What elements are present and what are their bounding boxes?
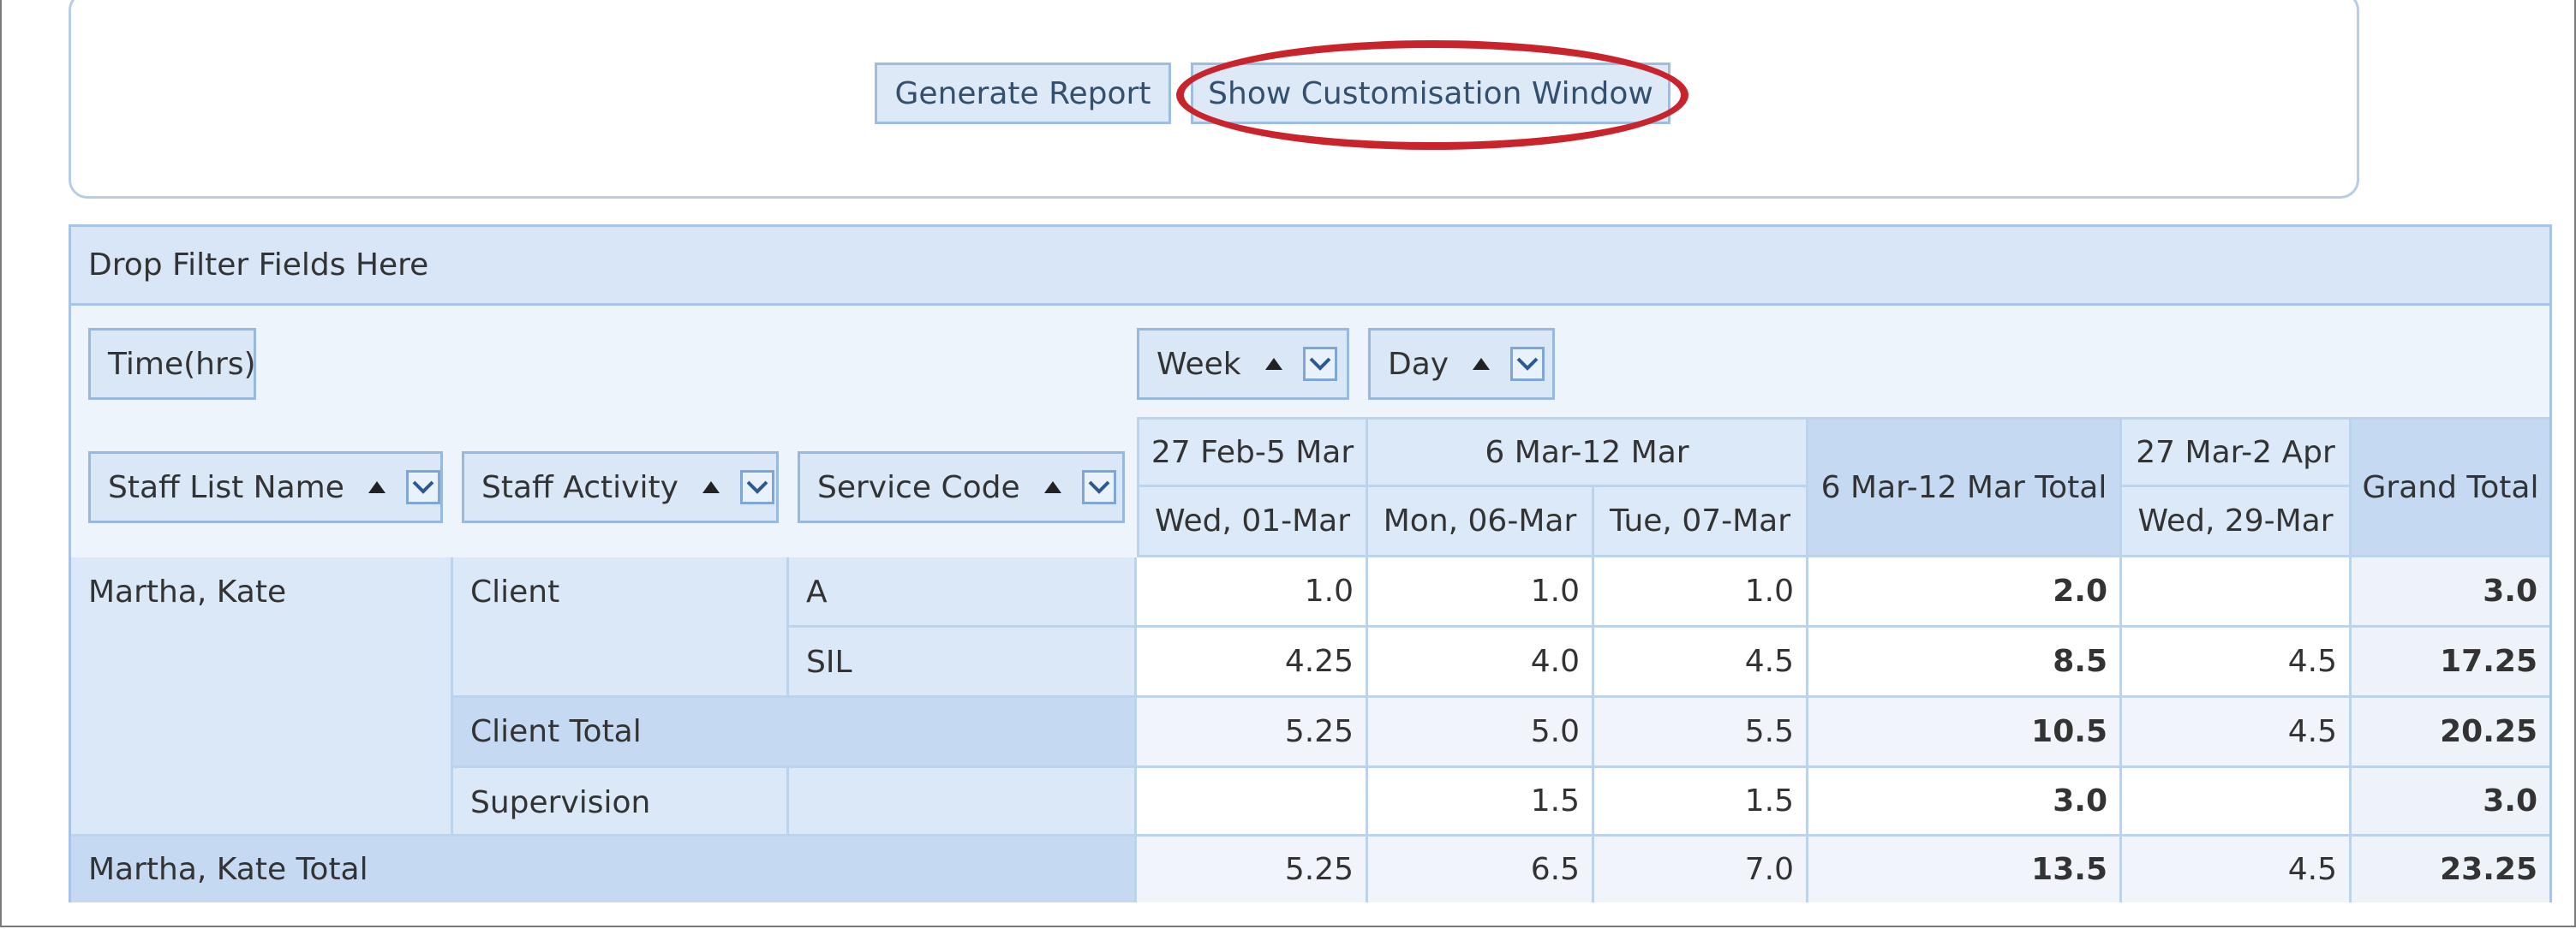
field-label: Staff List Name xyxy=(108,469,344,505)
grand-total-cell: 17.25 xyxy=(2352,628,2549,698)
data-field-time[interactable]: Time(hrs) xyxy=(88,328,256,400)
row-header-activity[interactable]: Client xyxy=(453,557,789,698)
data-cell: 1.5 xyxy=(1594,768,1808,837)
row-header-service-code[interactable]: SIL xyxy=(789,628,1137,698)
data-cell: 1.0 xyxy=(1594,557,1808,628)
column-header-week[interactable]: 6 Mar-12 Mar xyxy=(1368,417,1808,487)
row-field-service-code[interactable]: Service Code xyxy=(798,451,1125,523)
data-cell xyxy=(2122,557,2352,628)
sort-ascending-icon[interactable] xyxy=(368,481,386,493)
total-cell: 13.5 xyxy=(1808,837,2122,902)
data-cell: 4.25 xyxy=(1137,628,1368,698)
column-header-week-total: 6 Mar-12 Mar Total xyxy=(1808,417,2122,557)
subtotal-cell: 6.5 xyxy=(1368,837,1594,902)
column-field-day[interactable]: Day xyxy=(1368,328,1555,400)
subtotal-cell: 5.0 xyxy=(1368,698,1594,768)
sort-ascending-icon[interactable] xyxy=(1264,358,1282,370)
sort-ascending-icon[interactable] xyxy=(1473,358,1491,370)
data-field-label: Time(hrs) xyxy=(108,346,256,382)
subtotal-cell: 5.25 xyxy=(1137,698,1368,768)
sort-ascending-icon[interactable] xyxy=(1043,481,1061,493)
grand-total-cell: 23.25 xyxy=(2352,837,2549,902)
report-options-panel: Generate Report Show Customisation Windo… xyxy=(69,0,2359,199)
total-cell: 2.0 xyxy=(1808,557,2122,628)
field-label: Staff Activity xyxy=(481,469,678,505)
column-header-day[interactable]: Wed, 01-Mar xyxy=(1137,487,1368,557)
column-header-week[interactable]: 27 Mar-2 Apr xyxy=(2122,417,2352,487)
filter-dropdown-icon[interactable] xyxy=(1510,347,1545,381)
subtotal-cell: 4.5 xyxy=(2122,837,2352,902)
grand-total-cell: 3.0 xyxy=(2352,768,2549,837)
row-header-client-total: Client Total xyxy=(453,698,1137,768)
field-label: Week xyxy=(1157,346,1241,382)
data-cell: 1.0 xyxy=(1137,557,1368,628)
data-cell xyxy=(1137,768,1368,837)
data-cell: 4.0 xyxy=(1368,628,1594,698)
data-cell: 1.0 xyxy=(1368,557,1594,628)
filter-dropdown-icon[interactable] xyxy=(1302,347,1337,381)
total-cell: 3.0 xyxy=(1808,768,2122,837)
grand-total-cell: 20.25 xyxy=(2352,698,2549,768)
field-label: Day xyxy=(1388,346,1449,382)
row-header-staff-total: Martha, Kate Total xyxy=(71,837,1137,902)
data-cell: 4.5 xyxy=(1594,628,1808,698)
row-header-service-code-empty xyxy=(789,768,1137,837)
subtotal-cell: 5.25 xyxy=(1137,837,1368,902)
highlight-ellipse xyxy=(1176,40,1688,150)
row-header-activity[interactable]: Supervision xyxy=(453,768,789,837)
column-header-day[interactable]: Tue, 07-Mar xyxy=(1594,487,1808,557)
filter-dropdown-icon[interactable] xyxy=(1081,470,1116,504)
row-header-service-code[interactable]: A xyxy=(789,557,1137,628)
pivot-grid: Drop Filter Fields Here Time(hrs) Week D… xyxy=(69,224,2552,902)
data-cell: 1.5 xyxy=(1368,768,1594,837)
total-cell: 8.5 xyxy=(1808,628,2122,698)
column-header-grand-total: Grand Total xyxy=(2352,417,2549,557)
row-field-staff-activity[interactable]: Staff Activity xyxy=(462,451,779,523)
subtotal-cell: 5.5 xyxy=(1594,698,1808,768)
column-field-week[interactable]: Week xyxy=(1137,328,1349,400)
column-header-week[interactable]: 27 Feb-5 Mar xyxy=(1137,417,1368,487)
total-cell: 10.5 xyxy=(1808,698,2122,768)
row-field-staff-list-name[interactable]: Staff List Name xyxy=(88,451,443,523)
subtotal-cell: 7.0 xyxy=(1594,837,1808,902)
subtotal-cell: 4.5 xyxy=(2122,698,2352,768)
generate-report-button[interactable]: Generate Report xyxy=(875,63,1171,124)
column-header-day[interactable]: Wed, 29-Mar xyxy=(2122,487,2352,557)
filter-drop-area[interactable]: Drop Filter Fields Here xyxy=(71,227,2549,306)
filter-dropdown-icon[interactable] xyxy=(405,470,440,504)
row-header-staff[interactable]: Martha, Kate xyxy=(71,557,453,837)
column-header-day[interactable]: Mon, 06-Mar xyxy=(1368,487,1594,557)
sort-ascending-icon[interactable] xyxy=(702,481,720,493)
filter-dropdown-icon[interactable] xyxy=(739,470,774,504)
data-cell xyxy=(2122,768,2352,837)
field-label: Service Code xyxy=(817,469,1020,505)
data-cell: 4.5 xyxy=(2122,628,2352,698)
grand-total-cell: 3.0 xyxy=(2352,557,2549,628)
